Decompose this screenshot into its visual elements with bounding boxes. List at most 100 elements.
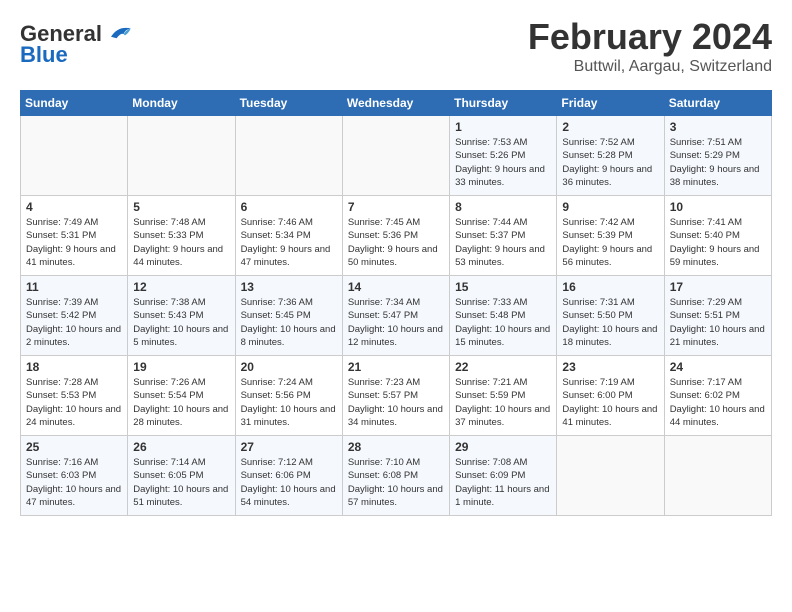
calendar-cell: 12 Sunrise: 7:38 AM Sunset: 5:43 PM Dayli… bbox=[128, 276, 235, 356]
day-number: 29 bbox=[455, 440, 551, 454]
calendar-cell: 23Sunrise: 7:19 AM Sunset: 6:00 PM Dayli… bbox=[557, 356, 664, 436]
calendar-cell: 26 Sunrise: 7:14 AM Sunset: 6:05 PM Dayli… bbox=[128, 436, 235, 516]
calendar-cell bbox=[664, 436, 771, 516]
day-header: Wednesday bbox=[342, 91, 449, 116]
day-number: 21 bbox=[348, 360, 444, 374]
day-number: 25 bbox=[26, 440, 122, 454]
day-number: 11 bbox=[26, 280, 122, 294]
calendar-week-row: 1 Sunrise: 7:53 AM Sunset: 5:26 PM Daylig… bbox=[21, 116, 772, 196]
calendar-cell: 29Sunrise: 7:08 AM Sunset: 6:09 PM Dayli… bbox=[450, 436, 557, 516]
calendar-week-row: 4 Sunrise: 7:49 AM Sunset: 5:31 PM Daylig… bbox=[21, 196, 772, 276]
cell-info: Sunrise: 7:10 AM Sunset: 6:08 PM Dayligh… bbox=[348, 456, 444, 509]
cell-info: Sunrise: 7:45 AM Sunset: 5:36 PM Dayligh… bbox=[348, 216, 444, 269]
calendar-cell: 21Sunrise: 7:23 AM Sunset: 5:57 PM Dayli… bbox=[342, 356, 449, 436]
calendar-cell: 2Sunrise: 7:52 AM Sunset: 5:28 PM Daylig… bbox=[557, 116, 664, 196]
calendar-cell: 7 Sunrise: 7:45 AM Sunset: 5:36 PM Daylig… bbox=[342, 196, 449, 276]
calendar-cell: 14 Sunrise: 7:34 AM Sunset: 5:47 PM Dayli… bbox=[342, 276, 449, 356]
day-number: 12 bbox=[133, 280, 229, 294]
cell-info: Sunrise: 7:52 AM Sunset: 5:28 PM Dayligh… bbox=[562, 136, 658, 189]
day-number: 26 bbox=[133, 440, 229, 454]
day-header: Monday bbox=[128, 91, 235, 116]
day-number: 24 bbox=[670, 360, 766, 374]
day-number: 28 bbox=[348, 440, 444, 454]
cell-info: Sunrise: 7:21 AM Sunset: 5:59 PM Dayligh… bbox=[455, 376, 551, 429]
calendar-cell: 13 Sunrise: 7:36 AM Sunset: 5:45 PM Dayli… bbox=[235, 276, 342, 356]
calendar-cell: 9 Sunrise: 7:42 AM Sunset: 5:39 PM Daylig… bbox=[557, 196, 664, 276]
cell-info: Sunrise: 7:19 AM Sunset: 6:00 PM Dayligh… bbox=[562, 376, 658, 429]
day-number: 4 bbox=[26, 200, 122, 214]
cell-info: Sunrise: 7:39 AM Sunset: 5:42 PM Dayligh… bbox=[26, 296, 122, 349]
day-header: Thursday bbox=[450, 91, 557, 116]
calendar-cell: 27 Sunrise: 7:12 AM Sunset: 6:06 PM Dayli… bbox=[235, 436, 342, 516]
calendar-cell: 4 Sunrise: 7:49 AM Sunset: 5:31 PM Daylig… bbox=[21, 196, 128, 276]
title-block: February 2024 Buttwil, Aargau, Switzerla… bbox=[528, 16, 772, 76]
calendar-cell: 6Sunrise: 7:46 AM Sunset: 5:34 PM Daylig… bbox=[235, 196, 342, 276]
calendar-cell bbox=[342, 116, 449, 196]
cell-info: Sunrise: 7:33 AM Sunset: 5:48 PM Dayligh… bbox=[455, 296, 551, 349]
calendar-body: 1 Sunrise: 7:53 AM Sunset: 5:26 PM Daylig… bbox=[21, 116, 772, 516]
calendar-cell: 8 Sunrise: 7:44 AM Sunset: 5:37 PM Daylig… bbox=[450, 196, 557, 276]
cell-info: Sunrise: 7:26 AM Sunset: 5:54 PM Dayligh… bbox=[133, 376, 229, 429]
cell-info: Sunrise: 7:17 AM Sunset: 6:02 PM Dayligh… bbox=[670, 376, 766, 429]
day-number: 19 bbox=[133, 360, 229, 374]
calendar-cell: 3 Sunrise: 7:51 AM Sunset: 5:29 PM Daylig… bbox=[664, 116, 771, 196]
day-header: Sunday bbox=[21, 91, 128, 116]
day-header: Tuesday bbox=[235, 91, 342, 116]
day-number: 15 bbox=[455, 280, 551, 294]
cell-info: Sunrise: 7:44 AM Sunset: 5:37 PM Dayligh… bbox=[455, 216, 551, 269]
day-number: 18 bbox=[26, 360, 122, 374]
cell-info: Sunrise: 7:31 AM Sunset: 5:50 PM Dayligh… bbox=[562, 296, 658, 349]
calendar-cell: 20 Sunrise: 7:24 AM Sunset: 5:56 PM Dayli… bbox=[235, 356, 342, 436]
header-row: SundayMondayTuesdayWednesdayThursdayFrid… bbox=[21, 91, 772, 116]
calendar-table: SundayMondayTuesdayWednesdayThursdayFrid… bbox=[20, 90, 772, 516]
cell-info: Sunrise: 7:34 AM Sunset: 5:47 PM Dayligh… bbox=[348, 296, 444, 349]
day-header: Friday bbox=[557, 91, 664, 116]
calendar-cell bbox=[235, 116, 342, 196]
day-number: 13 bbox=[241, 280, 337, 294]
cell-info: Sunrise: 7:51 AM Sunset: 5:29 PM Dayligh… bbox=[670, 136, 766, 189]
cell-info: Sunrise: 7:53 AM Sunset: 5:26 PM Dayligh… bbox=[455, 136, 551, 189]
calendar-cell: 18 Sunrise: 7:28 AM Sunset: 5:53 PM Dayli… bbox=[21, 356, 128, 436]
cell-info: Sunrise: 7:38 AM Sunset: 5:43 PM Dayligh… bbox=[133, 296, 229, 349]
day-number: 8 bbox=[455, 200, 551, 214]
cell-info: Sunrise: 7:12 AM Sunset: 6:06 PM Dayligh… bbox=[241, 456, 337, 509]
month-title: February 2024 bbox=[528, 16, 772, 58]
cell-info: Sunrise: 7:14 AM Sunset: 6:05 PM Dayligh… bbox=[133, 456, 229, 509]
calendar-cell: 25Sunrise: 7:16 AM Sunset: 6:03 PM Dayli… bbox=[21, 436, 128, 516]
cell-info: Sunrise: 7:49 AM Sunset: 5:31 PM Dayligh… bbox=[26, 216, 122, 269]
calendar-cell: 16 Sunrise: 7:31 AM Sunset: 5:50 PM Dayli… bbox=[557, 276, 664, 356]
cell-info: Sunrise: 7:42 AM Sunset: 5:39 PM Dayligh… bbox=[562, 216, 658, 269]
calendar-cell: 15 Sunrise: 7:33 AM Sunset: 5:48 PM Dayli… bbox=[450, 276, 557, 356]
logo-blue: Blue bbox=[20, 44, 68, 66]
cell-info: Sunrise: 7:36 AM Sunset: 5:45 PM Dayligh… bbox=[241, 296, 337, 349]
logo-bird-icon bbox=[104, 20, 132, 48]
calendar-week-row: 11 Sunrise: 7:39 AM Sunset: 5:42 PM Dayli… bbox=[21, 276, 772, 356]
calendar-header: SundayMondayTuesdayWednesdayThursdayFrid… bbox=[21, 91, 772, 116]
day-number: 1 bbox=[455, 120, 551, 134]
cell-info: Sunrise: 7:46 AM Sunset: 5:34 PM Dayligh… bbox=[241, 216, 337, 269]
cell-info: Sunrise: 7:48 AM Sunset: 5:33 PM Dayligh… bbox=[133, 216, 229, 269]
cell-info: Sunrise: 7:28 AM Sunset: 5:53 PM Dayligh… bbox=[26, 376, 122, 429]
day-number: 10 bbox=[670, 200, 766, 214]
calendar-cell: 11 Sunrise: 7:39 AM Sunset: 5:42 PM Dayli… bbox=[21, 276, 128, 356]
calendar-cell: 17 Sunrise: 7:29 AM Sunset: 5:51 PM Dayli… bbox=[664, 276, 771, 356]
day-number: 14 bbox=[348, 280, 444, 294]
page-header: General Blue February 2024 Buttwil, Aarg… bbox=[20, 16, 772, 76]
day-number: 17 bbox=[670, 280, 766, 294]
calendar-cell: 28 Sunrise: 7:10 AM Sunset: 6:08 PM Dayli… bbox=[342, 436, 449, 516]
day-number: 27 bbox=[241, 440, 337, 454]
cell-info: Sunrise: 7:24 AM Sunset: 5:56 PM Dayligh… bbox=[241, 376, 337, 429]
calendar-cell: 24 Sunrise: 7:17 AM Sunset: 6:02 PM Dayli… bbox=[664, 356, 771, 436]
day-number: 7 bbox=[348, 200, 444, 214]
calendar-week-row: 25Sunrise: 7:16 AM Sunset: 6:03 PM Dayli… bbox=[21, 436, 772, 516]
calendar-cell: 1 Sunrise: 7:53 AM Sunset: 5:26 PM Daylig… bbox=[450, 116, 557, 196]
calendar-cell bbox=[128, 116, 235, 196]
day-number: 16 bbox=[562, 280, 658, 294]
day-number: 3 bbox=[670, 120, 766, 134]
day-number: 9 bbox=[562, 200, 658, 214]
calendar-cell: 5Sunrise: 7:48 AM Sunset: 5:33 PM Daylig… bbox=[128, 196, 235, 276]
cell-info: Sunrise: 7:29 AM Sunset: 5:51 PM Dayligh… bbox=[670, 296, 766, 349]
calendar-cell bbox=[21, 116, 128, 196]
logo: General Blue bbox=[20, 20, 132, 66]
day-number: 20 bbox=[241, 360, 337, 374]
